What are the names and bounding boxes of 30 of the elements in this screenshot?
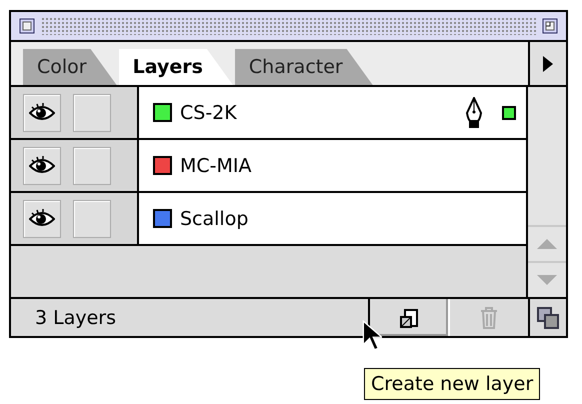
overlapping-squares-icon bbox=[536, 306, 560, 330]
new-layer-icon bbox=[399, 308, 419, 328]
layer-name: MC-MIA bbox=[180, 154, 253, 176]
tab[interactable]: Character bbox=[234, 49, 373, 85]
eye-icon bbox=[29, 102, 55, 122]
eye-icon bbox=[29, 156, 55, 176]
tab[interactable]: Color bbox=[23, 49, 117, 85]
drag-grip[interactable] bbox=[41, 17, 536, 35]
layer-name: CS-2K bbox=[180, 102, 238, 124]
new-layer-button[interactable] bbox=[368, 299, 448, 336]
visibility-toggle[interactable] bbox=[23, 94, 61, 132]
lock-toggle[interactable] bbox=[73, 146, 111, 184]
visibility-toggle[interactable] bbox=[23, 200, 61, 238]
eye-icon bbox=[29, 208, 55, 228]
layer-count: 3 Layers bbox=[34, 306, 118, 328]
collapse-icon[interactable] bbox=[542, 18, 558, 34]
close-icon[interactable] bbox=[19, 18, 35, 34]
palette-menu-button[interactable] bbox=[528, 42, 566, 85]
visibility-toggle[interactable] bbox=[23, 146, 61, 184]
lock-toggle[interactable] bbox=[73, 200, 111, 238]
tab[interactable]: Layers bbox=[118, 49, 233, 85]
lock-toggle[interactable] bbox=[73, 94, 111, 132]
layer-name: Scallop bbox=[180, 208, 250, 230]
layer-row[interactable]: Scallop bbox=[139, 193, 526, 244]
layer-row[interactable]: CS-2K bbox=[139, 87, 526, 138]
trash-icon bbox=[479, 306, 499, 328]
layer-row[interactable]: MC-MIA bbox=[139, 140, 526, 191]
selection-indicator[interactable] bbox=[502, 106, 516, 120]
tooltip: Create new layer bbox=[364, 368, 540, 400]
triangle-right-icon bbox=[542, 56, 554, 72]
